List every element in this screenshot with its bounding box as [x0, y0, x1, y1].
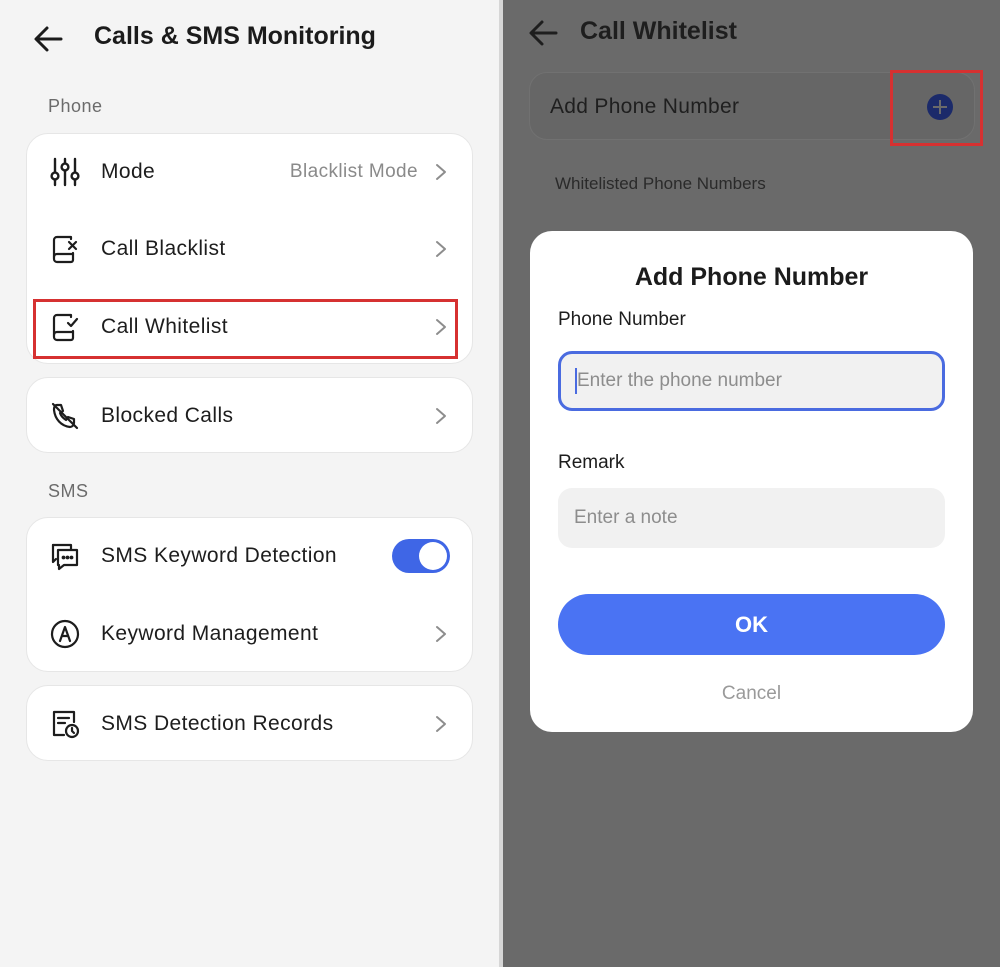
right-screen: Call Whitelist Add Phone Number Whitelis… [503, 0, 1000, 967]
mode-value: Blacklist Mode [289, 161, 418, 182]
chevron-right-icon [434, 714, 448, 734]
ok-button[interactable]: OK [558, 594, 945, 655]
blocked-calls-label: Blocked Calls [101, 404, 234, 427]
remark-label: Remark [558, 452, 625, 473]
sliders-icon [49, 156, 81, 188]
keyword-a-icon [49, 618, 81, 650]
sms-detection-records-row[interactable]: SMS Detection Records [27, 696, 472, 752]
sms-chat-icon [49, 540, 81, 572]
dialog-title: Add Phone Number [634, 263, 869, 291]
left-screen: Calls & SMS Monitoring Phone Mode Blackl… [0, 0, 499, 967]
cancel-button[interactable]: Cancel [530, 683, 973, 705]
sms-keyword-detection-row: SMS Keyword Detection [27, 528, 472, 584]
sms-detection-records-label: SMS Detection Records [101, 712, 334, 735]
call-blacklist-label: Call Blacklist [101, 237, 226, 260]
mode-label: Mode [101, 160, 156, 183]
sms-keyword-detection-label: SMS Keyword Detection [101, 544, 337, 567]
call-whitelist-highlight [33, 299, 458, 359]
chevron-right-icon [434, 162, 448, 182]
back-arrow-icon[interactable] [525, 16, 561, 50]
toggle-knob [419, 542, 447, 570]
sms-records-card: SMS Detection Records [26, 685, 473, 761]
call-blacklist-icon [49, 233, 81, 265]
remark-input[interactable] [558, 488, 945, 548]
whitelist-heading: Whitelisted Phone Numbers [555, 174, 766, 193]
page-title: Calls & SMS Monitoring [94, 22, 376, 50]
add-phone-number-label: Add Phone Number [550, 95, 740, 118]
add-button-highlight [890, 70, 983, 146]
blocked-calls-row[interactable]: Blocked Calls [27, 388, 472, 444]
text-caret [575, 368, 577, 394]
blocked-call-icon [49, 400, 81, 432]
sms-records-icon [49, 708, 81, 740]
phone-number-input[interactable] [558, 351, 945, 411]
chevron-right-icon [434, 239, 448, 259]
blocked-calls-card: Blocked Calls [26, 377, 473, 453]
keyword-management-label: Keyword Management [101, 622, 319, 645]
chevron-right-icon [434, 624, 448, 644]
section-label-sms: SMS [48, 481, 89, 501]
section-label-phone: Phone [48, 96, 103, 116]
sms-settings-card: SMS Keyword Detection Keyword Management [26, 517, 473, 672]
add-phone-dialog: Add Phone Number Phone Number Remark OK … [530, 231, 973, 732]
phone-number-label: Phone Number [558, 309, 686, 330]
chevron-right-icon [434, 406, 448, 426]
page-title: Call Whitelist [580, 17, 737, 45]
call-blacklist-row[interactable]: Call Blacklist [27, 221, 472, 277]
keyword-management-row[interactable]: Keyword Management [27, 606, 472, 662]
sms-keyword-detection-toggle[interactable] [392, 539, 450, 573]
back-arrow-icon[interactable] [30, 22, 66, 56]
mode-row[interactable]: Mode Blacklist Mode [27, 144, 472, 200]
